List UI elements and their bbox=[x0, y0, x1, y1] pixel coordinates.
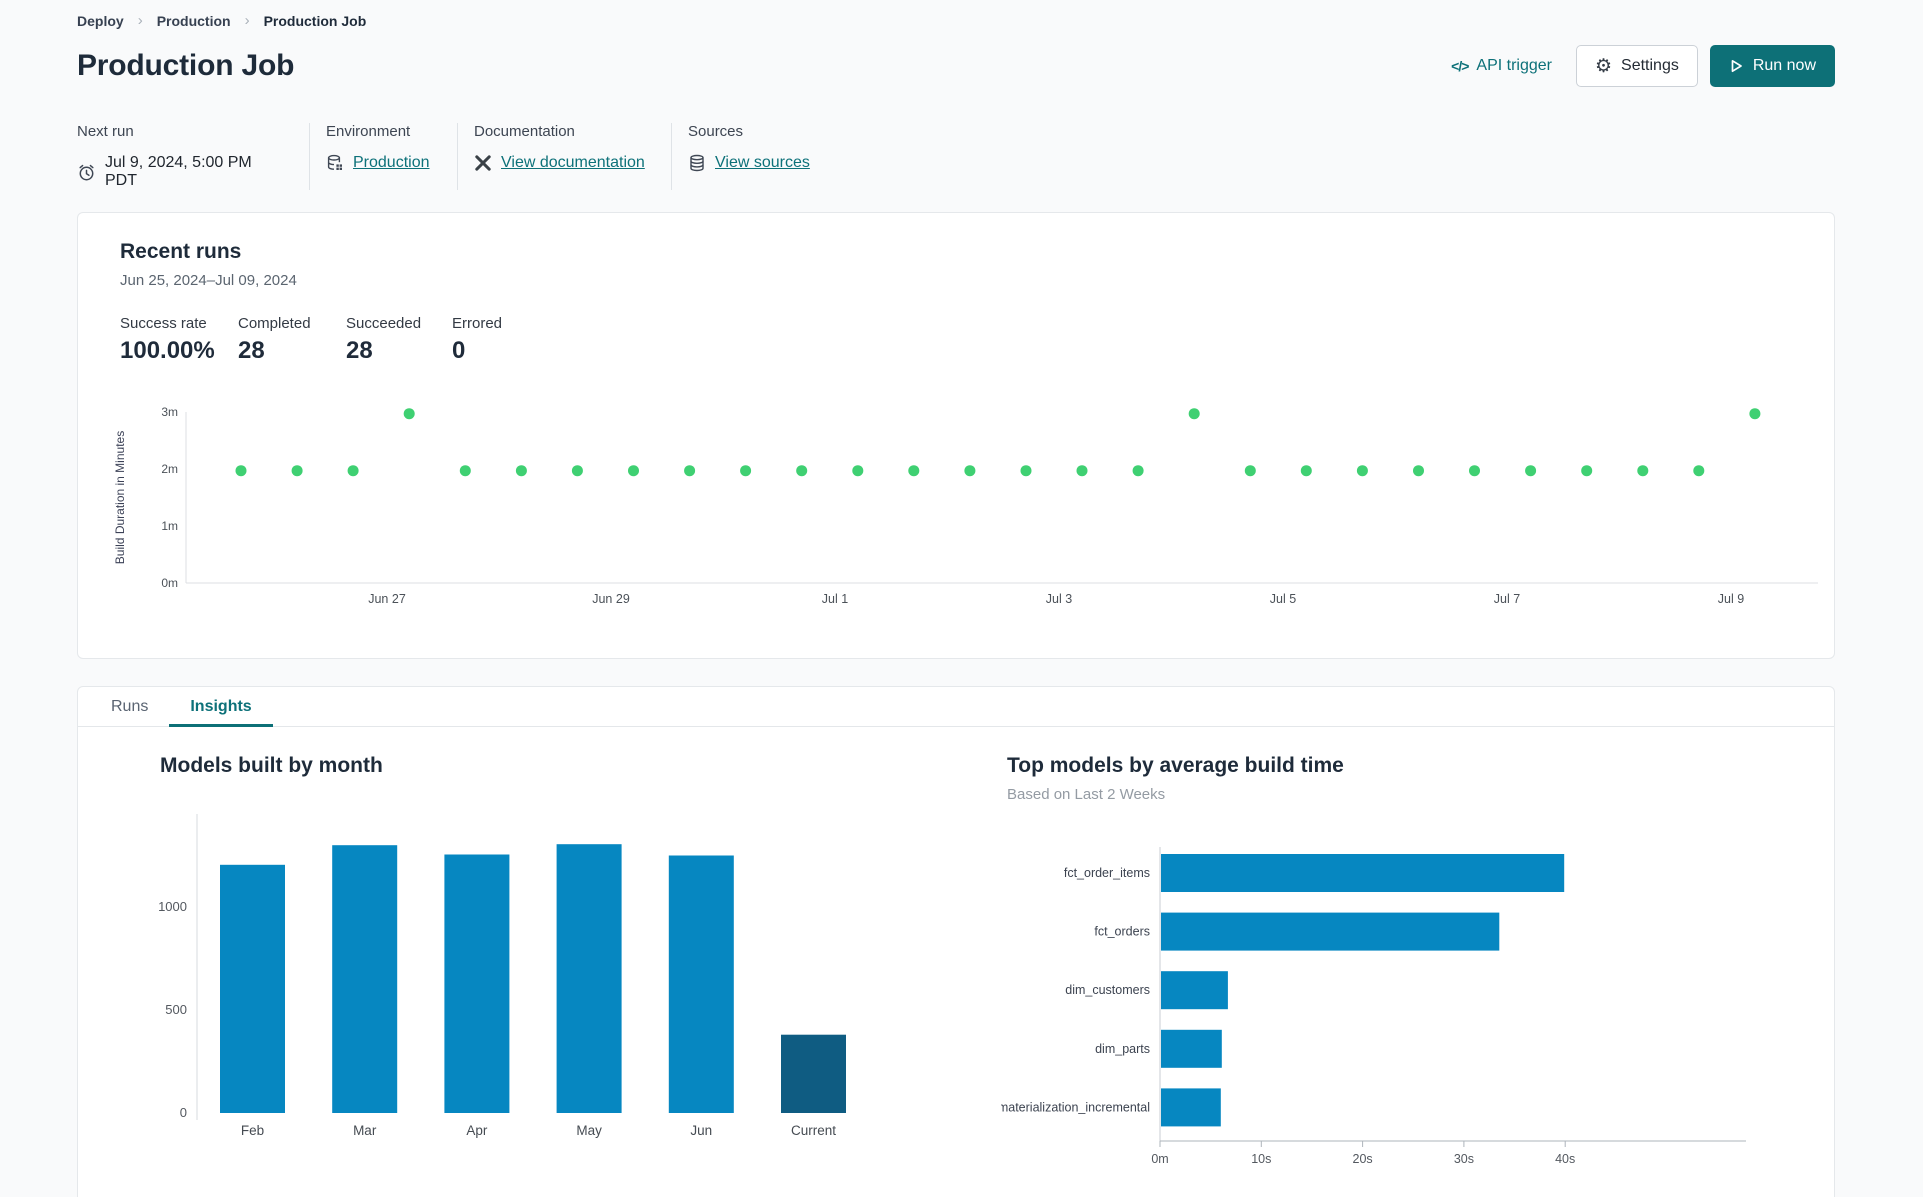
environment-info: Environment Production bbox=[309, 123, 457, 190]
models-built-bar-chart: 0 500 1000 Feb Mar Apr May Jun Current bbox=[98, 804, 938, 1159]
svg-text:0m: 0m bbox=[161, 576, 178, 590]
top-models-hbar-chart: 0m 10s 20s 30s 40s fct_order_items fct_ordersd… bbox=[998, 829, 1781, 1184]
svg-text:0: 0 bbox=[180, 1105, 187, 1120]
svg-text:Build Duration in Minutes: Build Duration in Minutes bbox=[113, 431, 127, 564]
svg-text:fct_order_items: fct_order_items bbox=[1064, 866, 1150, 880]
svg-text:Apr: Apr bbox=[466, 1123, 488, 1138]
svg-text:1m: 1m bbox=[161, 519, 178, 533]
next-run-info: Next run Jul 9, 2024, 5:00 PM PDT bbox=[77, 123, 309, 190]
settings-button[interactable]: ⚙ Settings bbox=[1575, 45, 1698, 87]
environment-link[interactable]: Production bbox=[353, 154, 430, 172]
recent-runs-title: Recent runs bbox=[120, 240, 242, 263]
svg-text:dim_customers: dim_customers bbox=[1065, 983, 1150, 997]
recent-runs-date-range: Jun 25, 2024–Jul 09, 2024 bbox=[120, 272, 297, 289]
svg-text:0m: 0m bbox=[1151, 1152, 1168, 1166]
stat-succeeded: Succeeded 28 bbox=[346, 315, 422, 364]
environment-database-icon bbox=[326, 154, 344, 172]
svg-text:dim_parts: dim_parts bbox=[1095, 1042, 1150, 1056]
sources-label: Sources bbox=[688, 123, 744, 140]
run-now-label: Run now bbox=[1752, 57, 1816, 74]
svg-text:May: May bbox=[576, 1123, 602, 1138]
svg-text:Jun 29: Jun 29 bbox=[592, 592, 630, 606]
svg-text:Jun 27: Jun 27 bbox=[368, 592, 406, 606]
svg-text:20s: 20s bbox=[1353, 1152, 1373, 1166]
breadcrumb-deploy[interactable]: Deploy bbox=[77, 13, 124, 29]
svg-text:500: 500 bbox=[165, 1002, 187, 1017]
svg-text:10s: 10s bbox=[1251, 1152, 1271, 1166]
next-run-value: Jul 9, 2024, 5:00 PM PDT bbox=[105, 154, 252, 189]
api-trigger-label: API trigger bbox=[1476, 57, 1552, 74]
alarm-clock-icon bbox=[77, 163, 96, 182]
documentation-info: Documentation View documentation bbox=[457, 123, 671, 190]
svg-text:Jul 1: Jul 1 bbox=[822, 592, 848, 606]
api-trigger-link[interactable]: </> API trigger bbox=[1451, 57, 1552, 75]
svg-text:Feb: Feb bbox=[241, 1123, 264, 1138]
breadcrumb-production[interactable]: Production bbox=[157, 13, 231, 29]
view-sources-link[interactable]: View sources bbox=[715, 154, 810, 172]
run-now-button[interactable]: Run now bbox=[1709, 45, 1835, 87]
tab-runs[interactable]: Runs bbox=[90, 687, 169, 726]
page-header: Production Job </> API trigger ⚙ Setting… bbox=[77, 45, 1835, 87]
svg-text:materialization_incremental: materialization_incremental bbox=[1001, 1100, 1150, 1114]
svg-text:fct_orders: fct_orders bbox=[1094, 925, 1150, 939]
page-title: Production Job bbox=[77, 49, 295, 82]
code-icon: </> bbox=[1451, 58, 1469, 74]
dbt-logo-icon bbox=[474, 154, 492, 172]
top-models-subtitle: Based on Last 2 Weeks bbox=[1007, 786, 1166, 803]
header-actions: </> API trigger ⚙ Settings Run now bbox=[1451, 45, 1835, 87]
job-info-strip: Next run Jul 9, 2024, 5:00 PM PDT Enviro… bbox=[77, 123, 1835, 190]
top-models-title: Top models by average build time bbox=[1007, 754, 1344, 777]
recent-runs-card: Recent runs Jun 25, 2024–Jul 09, 2024 Su… bbox=[77, 212, 1835, 659]
environment-label: Environment bbox=[326, 123, 411, 140]
svg-text:Jul 3: Jul 3 bbox=[1046, 592, 1072, 606]
stat-success-rate: Success rate 100.00% bbox=[120, 315, 215, 364]
breadcrumb-current: Production Job bbox=[263, 12, 367, 29]
breadcrumb: Deploy › Production › Production Job bbox=[77, 0, 1835, 29]
stat-errored: Errored 0 bbox=[452, 315, 503, 364]
models-built-chart-block: Models built by month bbox=[160, 754, 383, 778]
run-stats: Success rate 100.00% Completed 28 Succee… bbox=[120, 315, 1834, 365]
svg-text:Jul 5: Jul 5 bbox=[1270, 592, 1296, 606]
chevron-right-icon: › bbox=[137, 12, 143, 29]
sources-info: Sources View sources bbox=[671, 123, 836, 190]
tab-bar: Runs Insights bbox=[78, 687, 1834, 727]
svg-text:Jun: Jun bbox=[690, 1123, 712, 1138]
svg-text:Mar: Mar bbox=[353, 1123, 377, 1138]
svg-text:Current: Current bbox=[791, 1123, 836, 1138]
svg-text:30s: 30s bbox=[1454, 1152, 1474, 1166]
svg-text:2m: 2m bbox=[161, 462, 178, 476]
svg-text:40s: 40s bbox=[1555, 1152, 1575, 1166]
gear-icon: ⚙ bbox=[1594, 55, 1613, 77]
svg-text:1000: 1000 bbox=[158, 899, 187, 914]
svg-text:Jul 7: Jul 7 bbox=[1494, 592, 1520, 606]
chevron-right-icon: › bbox=[244, 12, 250, 29]
top-models-chart-block: Top models by average build time Based o… bbox=[1007, 754, 1344, 803]
models-built-title: Models built by month bbox=[160, 754, 383, 777]
svg-text:3m: 3m bbox=[161, 405, 178, 419]
next-run-label: Next run bbox=[77, 123, 134, 140]
settings-label: Settings bbox=[1621, 57, 1679, 74]
sources-database-icon bbox=[688, 154, 706, 172]
view-documentation-link[interactable]: View documentation bbox=[501, 154, 645, 172]
svg-text:Jul 9: Jul 9 bbox=[1718, 592, 1744, 606]
play-icon bbox=[1729, 58, 1744, 74]
insights-card: Runs Insights Models built by month 0 500… bbox=[77, 686, 1835, 1197]
stat-completed: Completed 28 bbox=[238, 315, 311, 364]
page-content: Deploy › Production › Production Job Pro… bbox=[77, 0, 1835, 1197]
tab-insights[interactable]: Insights bbox=[169, 687, 274, 727]
documentation-label: Documentation bbox=[474, 123, 575, 140]
build-duration-scatter-chart: 0m 1m 2m 3m Build Duration in Minutes Jun 27 J… bbox=[98, 393, 1828, 620]
